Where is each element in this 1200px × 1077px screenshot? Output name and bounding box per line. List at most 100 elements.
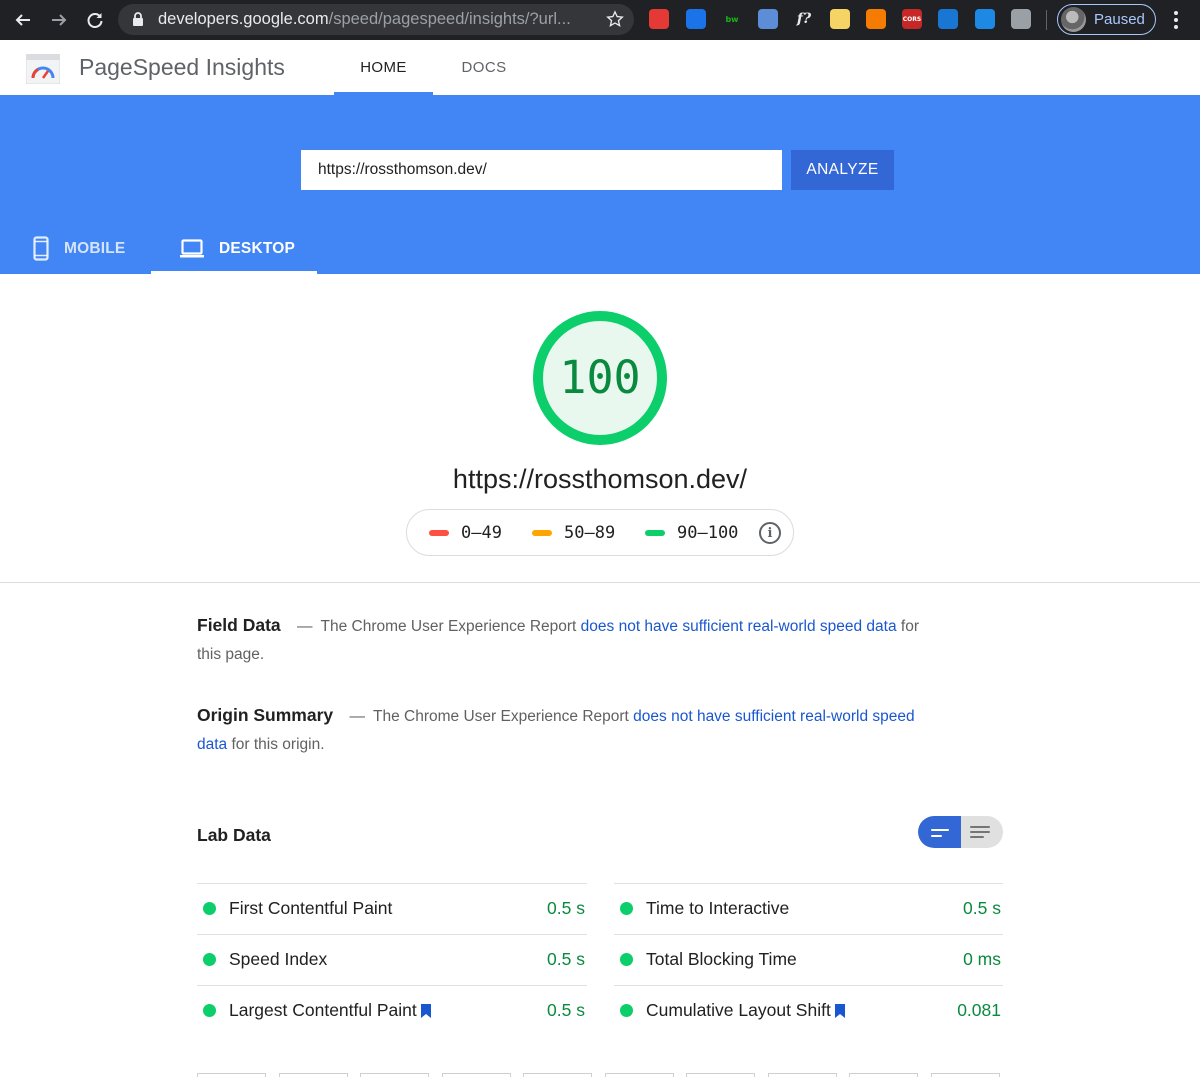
- legend-color-average: [532, 530, 552, 536]
- metric-value: 0.5 s: [547, 1000, 585, 1020]
- url-input[interactable]: [301, 150, 782, 190]
- compact-view-button[interactable]: [918, 816, 961, 848]
- core-web-vital-bookmark-icon: [834, 1003, 845, 1018]
- font-finder-icon[interactable]: f?: [794, 9, 814, 29]
- profile-status: Paused: [1094, 11, 1145, 28]
- filmstrip-frame: [605, 1073, 674, 1077]
- core-web-vital-bookmark-icon: [420, 1003, 431, 1018]
- address-bar[interactable]: developers.google.com/speed/pagespeed/in…: [118, 4, 634, 35]
- score-legend: 0–49 50–89 90–100 i: [406, 509, 794, 556]
- view-toggle[interactable]: [918, 816, 1003, 848]
- field-data-heading: Field Data: [197, 615, 281, 635]
- legend-color-fail: [429, 530, 449, 536]
- origin-summary-heading: Origin Summary: [197, 705, 334, 725]
- analyze-panel: ANALYZE MOBILE DESKTOP: [0, 95, 1200, 274]
- cors-icon[interactable]: CORS: [902, 9, 922, 29]
- origin-summary-suffix: for this origin.: [231, 736, 325, 753]
- tab-mobile-label: MOBILE: [64, 239, 126, 257]
- laptop-icon: [180, 239, 204, 258]
- 1password-icon[interactable]: [975, 9, 995, 29]
- metric-value: 0.5 s: [547, 898, 585, 918]
- legend-range-fail: 0–49: [461, 523, 502, 543]
- legend-color-pass: [645, 530, 665, 536]
- metric-label: Cumulative Layout Shift: [646, 1000, 831, 1020]
- field-data-dash: —: [296, 618, 313, 635]
- forward-icon[interactable]: [42, 3, 76, 37]
- filmstrip: [197, 1073, 1003, 1077]
- metric-value: 0.5 s: [547, 949, 585, 969]
- metric-label: First Contentful Paint: [229, 898, 393, 918]
- metric-label: Time to Interactive: [646, 898, 790, 918]
- filmstrip-frame: [686, 1073, 755, 1077]
- metric-name: Total Blocking Time: [646, 949, 797, 970]
- app-header: PageSpeed Insights HOME DOCS: [0, 40, 1200, 95]
- active-tab-indicator: [151, 271, 317, 274]
- pass-indicator-icon: [620, 1004, 633, 1017]
- compact-view-icon: [931, 829, 949, 831]
- nav-tab-home[interactable]: HOME: [334, 40, 433, 95]
- ext-square-icon[interactable]: [758, 9, 778, 29]
- legend-item-average: 50–89: [532, 523, 615, 543]
- metric-name: Time to Interactive: [646, 898, 789, 919]
- metric-name: First Contentful Paint: [229, 898, 392, 919]
- mobile-phone-icon: [33, 236, 49, 261]
- address-url: developers.google.com/speed/pagespeed/in…: [158, 10, 571, 28]
- pass-indicator-icon: [203, 953, 216, 966]
- field-data-section: Field Data — The Chrome User Experience …: [197, 611, 937, 669]
- browser-toolbar: developers.google.com/speed/pagespeed/in…: [0, 0, 1200, 40]
- app-title: PageSpeed Insights: [79, 54, 285, 80]
- builtwith-icon[interactable]: bw: [722, 9, 742, 29]
- pagespeed-logo-icon: [25, 53, 61, 85]
- graph-icon[interactable]: [866, 9, 886, 29]
- field-data-prefix: The Chrome User Experience Report: [320, 618, 577, 635]
- notes-icon[interactable]: [830, 9, 850, 29]
- avatar: [1061, 7, 1086, 32]
- compact-view-icon-line: [931, 835, 942, 837]
- info-icon[interactable]: i: [759, 522, 781, 544]
- legend-range-average: 50–89: [564, 523, 616, 543]
- filmstrip-frame: [849, 1073, 918, 1077]
- lab-data-heading: Lab Data: [197, 825, 271, 845]
- pass-indicator-icon: [203, 902, 216, 915]
- filmstrip-frame: [768, 1073, 837, 1077]
- legend-item-fail: 0–49: [429, 523, 502, 543]
- lab-metric-row: Total Blocking Time 0 ms: [614, 934, 1003, 984]
- back-icon[interactable]: [6, 3, 40, 37]
- bookmark-star-icon[interactable]: [606, 10, 624, 28]
- wappalyzer-icon[interactable]: [938, 9, 958, 29]
- pass-indicator-icon: [203, 1004, 216, 1017]
- toolbar-divider: [1046, 10, 1047, 30]
- origin-summary-section: Origin Summary — The Chrome User Experie…: [197, 701, 927, 759]
- filmstrip-frame: [360, 1073, 429, 1077]
- browser-menu-icon[interactable]: [1168, 9, 1184, 31]
- analyze-button[interactable]: ANALYZE: [791, 150, 894, 190]
- metric-name: Speed Index: [229, 949, 327, 970]
- lab-metric-row: Largest Contentful Paint 0.5 s: [197, 985, 587, 1035]
- field-data-link[interactable]: does not have sufficient real-world spee…: [581, 618, 897, 635]
- puzzle-icon[interactable]: [1011, 9, 1031, 29]
- ublock-icon[interactable]: [649, 9, 669, 29]
- ext-blue-check-icon[interactable]: [686, 9, 706, 29]
- legend-item-pass: 90–100: [645, 523, 738, 543]
- expanded-view-icon[interactable]: [970, 826, 990, 828]
- filmstrip-frame: [931, 1073, 1000, 1077]
- metric-value: 0 ms: [963, 949, 1001, 969]
- metric-name: Cumulative Layout Shift: [646, 1000, 845, 1021]
- reload-icon[interactable]: [78, 3, 112, 37]
- metric-label: Largest Contentful Paint: [229, 1000, 417, 1020]
- legend-range-pass: 90–100: [677, 523, 739, 543]
- metric-value: 0.081: [957, 1000, 1001, 1020]
- profile-button[interactable]: Paused: [1057, 4, 1156, 35]
- tab-desktop[interactable]: DESKTOP: [180, 223, 295, 274]
- pass-indicator-icon: [620, 953, 633, 966]
- nav-tab-docs[interactable]: DOCS: [440, 40, 528, 95]
- lab-metric-row: Speed Index 0.5 s: [197, 934, 587, 984]
- origin-summary-dash: —: [349, 708, 365, 725]
- tab-mobile[interactable]: MOBILE: [33, 223, 125, 274]
- metric-value: 0.5 s: [963, 898, 1001, 918]
- lab-metric-row: First Contentful Paint 0.5 s: [197, 883, 587, 933]
- filmstrip-frame: [523, 1073, 592, 1077]
- lab-metric-row: Time to Interactive 0.5 s: [614, 883, 1003, 933]
- metric-name: Largest Contentful Paint: [229, 1000, 431, 1021]
- filmstrip-frame: [279, 1073, 348, 1077]
